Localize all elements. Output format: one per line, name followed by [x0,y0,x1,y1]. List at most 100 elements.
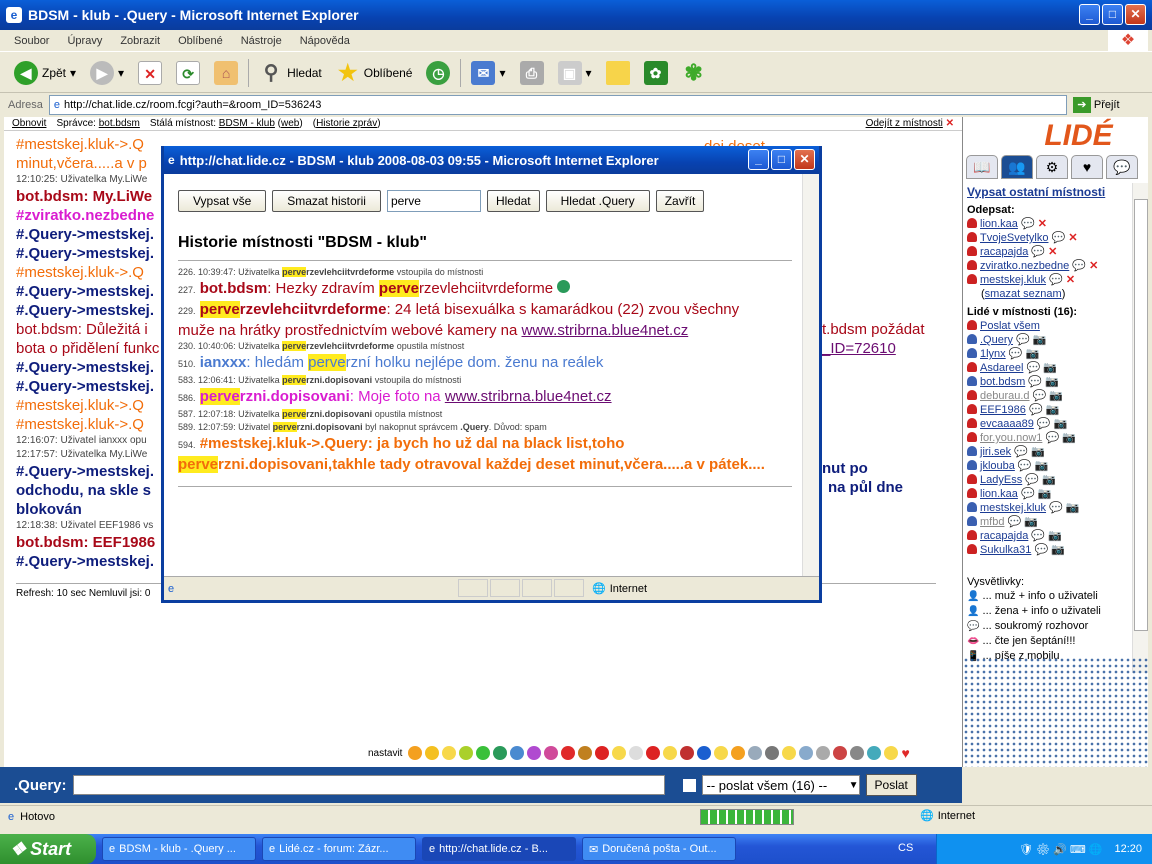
menu-favorites[interactable]: Oblíbené [178,35,223,47]
smiley-icon[interactable] [493,746,508,760]
smiley-icon[interactable] [714,746,729,760]
other-rooms-link[interactable]: Vypsat ostatní místnosti [967,185,1125,199]
user-link[interactable]: evcaaaa89 [980,418,1034,430]
forward-button[interactable]: ▶ ▾ [86,57,128,89]
smiley-icon[interactable] [765,746,780,760]
chat-bubble-icon[interactable]: 💬 [1052,232,1066,244]
chat-bubble-icon[interactable]: 💬 [1033,390,1047,402]
camera-icon[interactable]: 📷 [1031,446,1045,458]
chat-bubble-icon[interactable]: 💬 [1031,246,1045,258]
refresh-link[interactable]: Obnovit [12,118,46,129]
user-link[interactable]: for.you.now1 [980,432,1042,444]
chat-bubble-icon[interactable]: 💬 [1028,376,1042,388]
messenger-button[interactable]: ✿ [640,57,672,89]
show-all-button[interactable]: Vypsat vše [178,190,267,212]
smiley-icon[interactable] [527,746,542,760]
chat-bubble-icon[interactable]: 💬 [1072,260,1086,272]
chat-bubble-icon[interactable]: 💬 [1049,274,1063,286]
popup-minimize-button[interactable]: _ [748,149,769,170]
go-button[interactable]: ➔ Přejít [1072,97,1120,113]
web-link[interactable]: web [281,118,299,129]
menu-help[interactable]: Nápověda [300,35,350,47]
back-button[interactable]: ◀ Zpět ▾ [10,57,80,89]
user-link[interactable]: jklouba [980,460,1015,472]
user-link[interactable]: bot.bdsm [980,376,1025,388]
chat-bubble-icon[interactable]: 💬 [1021,218,1035,230]
chat-right-3[interactable]: _ID=72610 [822,340,896,357]
remove-icon[interactable]: ✕ [1038,218,1047,230]
user-link[interactable]: lion.kaa [980,218,1018,230]
admin-link[interactable]: bot.bdsm [99,118,140,129]
camera-icon[interactable]: 📷 [1026,348,1040,360]
history-search-input[interactable] [386,190,481,212]
chat-bubble-icon[interactable]: 💬 [1016,334,1030,346]
camera-icon[interactable]: 📷 [1043,362,1057,374]
stribrna-link[interactable]: www.stribrna.blue4net.cz [445,388,612,405]
tab-gears-icon[interactable]: ⚙ [1036,155,1068,179]
camera-icon[interactable]: 📷 [1054,418,1068,430]
user-link[interactable]: LadyEss [980,474,1022,486]
popup-scrollbar[interactable] [802,174,819,576]
maximize-button[interactable]: □ [1102,4,1123,25]
heart-icon[interactable]: ♥ [901,745,909,761]
camera-icon[interactable]: 📷 [1049,390,1063,402]
smiley-icon[interactable] [748,746,763,760]
chat-bubble-icon[interactable]: 💬 [1045,432,1059,444]
chat-bubble-icon[interactable]: 💬 [1049,502,1063,514]
history-button[interactable]: ◷ [422,57,454,89]
search-history-button[interactable]: Hledat [486,190,540,212]
notes-button[interactable] [602,57,634,89]
camera-icon[interactable]: 📷 [1045,376,1059,388]
smiley-icon[interactable] [442,746,457,760]
user-link[interactable]: mestskej.kluk [980,274,1046,286]
whisper-checkbox[interactable] [682,778,696,792]
smiley-icon[interactable] [459,746,474,760]
smiley-icon[interactable] [833,746,848,760]
chat-bubble-icon[interactable]: 💬 [1009,348,1023,360]
camera-icon[interactable]: 📷 [1038,488,1052,500]
camera-icon[interactable]: 📷 [1066,502,1080,514]
smiley-settings-link[interactable]: nastavit [368,748,402,759]
camera-icon[interactable]: 📷 [1051,544,1065,556]
stribrna-link[interactable]: www.stribrna.blue4net.cz [521,322,688,339]
smiley-icon[interactable] [799,746,814,760]
print-button[interactable]: ⎙ [516,57,548,89]
smiley-icon[interactable] [663,746,678,760]
favorites-button[interactable]: ★ Oblíbené [332,57,417,89]
smiley-icon[interactable] [425,746,440,760]
cocktail-icon[interactable] [680,746,695,760]
search-button[interactable]: ⚲ Hledat [255,57,326,89]
room-link[interactable]: BDSM - klub [219,118,275,129]
camera-icon[interactable]: 📷 [1042,474,1056,486]
search-query-button[interactable]: Hledat .Query [545,190,650,212]
camera-icon[interactable]: 📷 [1033,334,1047,346]
chat-bubble-icon[interactable]: 💬 [1034,544,1048,556]
mail-button[interactable]: ✉ ▾ [467,57,509,89]
user-link[interactable]: Asdareel [980,362,1023,374]
close-popup-button[interactable]: Zavřít [655,190,705,212]
send-button[interactable]: Poslat [865,774,917,796]
chat-bubble-icon[interactable]: 💬 [1025,474,1039,486]
smiley-icon[interactable] [561,746,576,760]
tab-book-icon[interactable]: 📖 [966,155,998,179]
smiley-icon[interactable] [510,746,525,760]
message-input[interactable] [72,775,665,795]
minimize-button[interactable]: _ [1079,4,1100,25]
icq-button[interactable]: ✾ [678,57,710,89]
smiley-icon[interactable] [850,746,865,760]
chat-bubble-icon[interactable]: 💬 [1037,418,1051,430]
user-link[interactable]: mfbd [980,516,1004,528]
tab-people-icon[interactable]: 👥 [1001,155,1033,179]
home-button[interactable]: ⌂ [210,57,242,89]
send-all-link[interactable]: Poslat všem [980,320,1040,332]
refresh-button[interactable]: ⟳ [172,57,204,89]
popup-maximize-button[interactable]: □ [771,149,792,170]
user-link[interactable]: mestskej.kluk [980,502,1046,514]
task-bdsm[interactable]: e BDSM - klub - .Query ... [102,837,256,861]
user-link[interactable]: racapajda [980,246,1028,258]
tab-hearts-icon[interactable]: ♥ [1071,155,1103,179]
task-outlook[interactable]: ✉ Doručená pošta - Out... [582,837,736,861]
smiley-icon[interactable] [867,746,882,760]
leave-room-link[interactable]: Odejít z místnosti [866,118,943,129]
remove-icon[interactable]: ✕ [1066,274,1075,286]
